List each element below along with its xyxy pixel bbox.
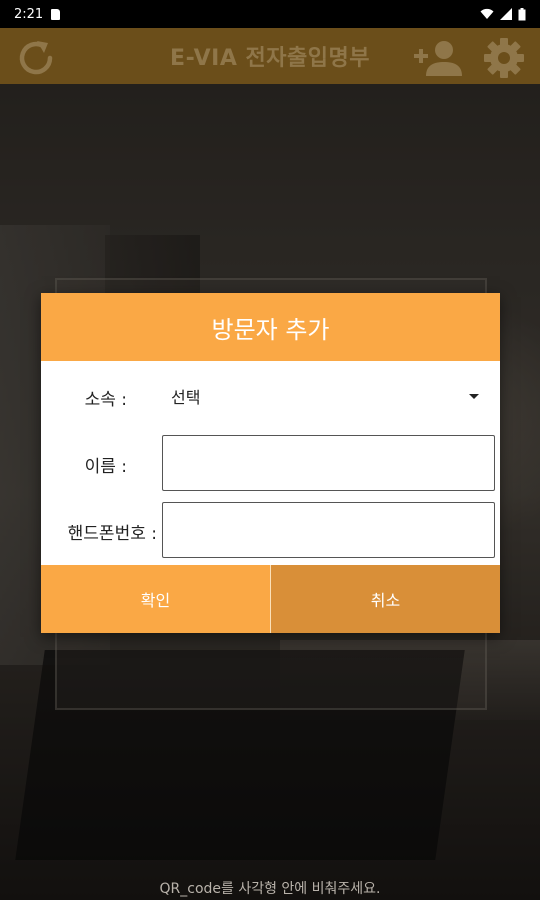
wifi-icon [480,8,494,19]
status-time: 2:21 [14,6,44,22]
org-select[interactable]: 선택 [171,381,481,411]
dropdown-arrow-icon [469,393,479,399]
add-user-icon [414,41,462,76]
name-row: 이름 : [41,433,500,491]
phone-row: 핸드폰번호 : [41,500,500,558]
confirm-button[interactable]: 확인 [41,565,271,633]
add-user-button[interactable] [410,36,466,80]
name-input[interactable] [162,435,495,491]
cancel-button[interactable]: 취소 [271,565,500,633]
settings-button[interactable] [480,36,528,80]
dialog-buttons: 확인 취소 [41,565,500,633]
org-select-value: 선택 [171,388,201,407]
phone-label: 핸드폰번호 : [67,524,157,544]
org-row: 소속 : 선택 [41,375,500,415]
name-label: 이름 : [84,457,127,477]
settings-icon [484,38,524,78]
refresh-button[interactable] [14,36,58,80]
org-label: 소속 : [84,390,127,410]
phone-input[interactable] [162,502,495,558]
qr-hint-text: QR_code를 사각형 안에 비춰주세요. [159,881,381,897]
app-bar: E-VIA 전자출입명부 [0,28,540,84]
status-bar: 2:21 [0,0,540,28]
battery-icon [518,7,526,20]
sd-card-icon [51,8,61,20]
app-title: E-VIA 전자출입명부 [170,46,370,71]
add-visitor-dialog: 방문자 추가 소속 : 선택 이름 : 핸드폰번호 : 확인 취소 [41,293,500,633]
signal-icon [500,8,512,20]
dialog-title: 방문자 추가 [41,293,500,361]
refresh-icon [19,41,53,75]
